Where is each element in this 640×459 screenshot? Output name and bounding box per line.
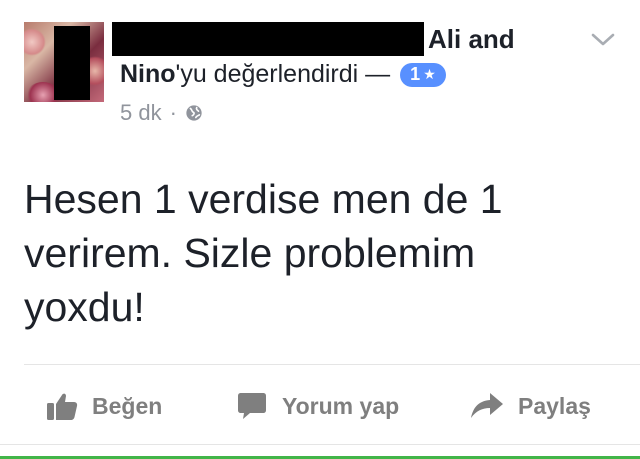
- comment-label: Yorum yap: [282, 392, 400, 419]
- thumbs-up-icon: [47, 393, 78, 420]
- star-icon: ★: [423, 66, 436, 82]
- timestamp[interactable]: 5 dk: [120, 100, 162, 126]
- rating-value: 1: [410, 64, 421, 84]
- author-name-redaction: [112, 22, 424, 56]
- like-button[interactable]: Beğen: [46, 380, 162, 432]
- page-name[interactable]: Nino: [120, 60, 176, 89]
- divider: [0, 444, 640, 445]
- globe-icon: [186, 105, 202, 121]
- chevron-down-icon[interactable]: [590, 30, 616, 50]
- avatar-redaction: [54, 26, 90, 100]
- comment-bubble-icon: [238, 393, 266, 419]
- share-button[interactable]: Paylaş: [470, 380, 591, 432]
- comment-button[interactable]: Yorum yap: [236, 380, 399, 432]
- action-bar: Beğen Yorum yap Paylaş: [0, 380, 640, 432]
- like-label: Beğen: [92, 392, 163, 419]
- share-arrow-icon: [471, 393, 503, 418]
- divider: [24, 364, 640, 365]
- author-line-2: Nino'yu değerlendirdi — 1 ★: [120, 60, 446, 89]
- review-action-text: 'yu değerlendirdi —: [175, 60, 391, 88]
- share-label: Paylaş: [518, 392, 591, 419]
- author-line-1[interactable]: Ali and: [428, 24, 515, 55]
- feed-post: Ali and Nino'yu değerlendirdi — 1 ★ 5 dk …: [0, 0, 640, 459]
- avatar-decoration: [24, 28, 46, 56]
- rating-badge: 1 ★: [400, 62, 446, 87]
- avatar[interactable]: [24, 22, 104, 102]
- post-meta: 5 dk ·: [120, 100, 203, 126]
- meta-separator: ·: [169, 100, 177, 125]
- post-text: Hesen 1 verdise men de 1 verirem. Sizle …: [24, 176, 503, 330]
